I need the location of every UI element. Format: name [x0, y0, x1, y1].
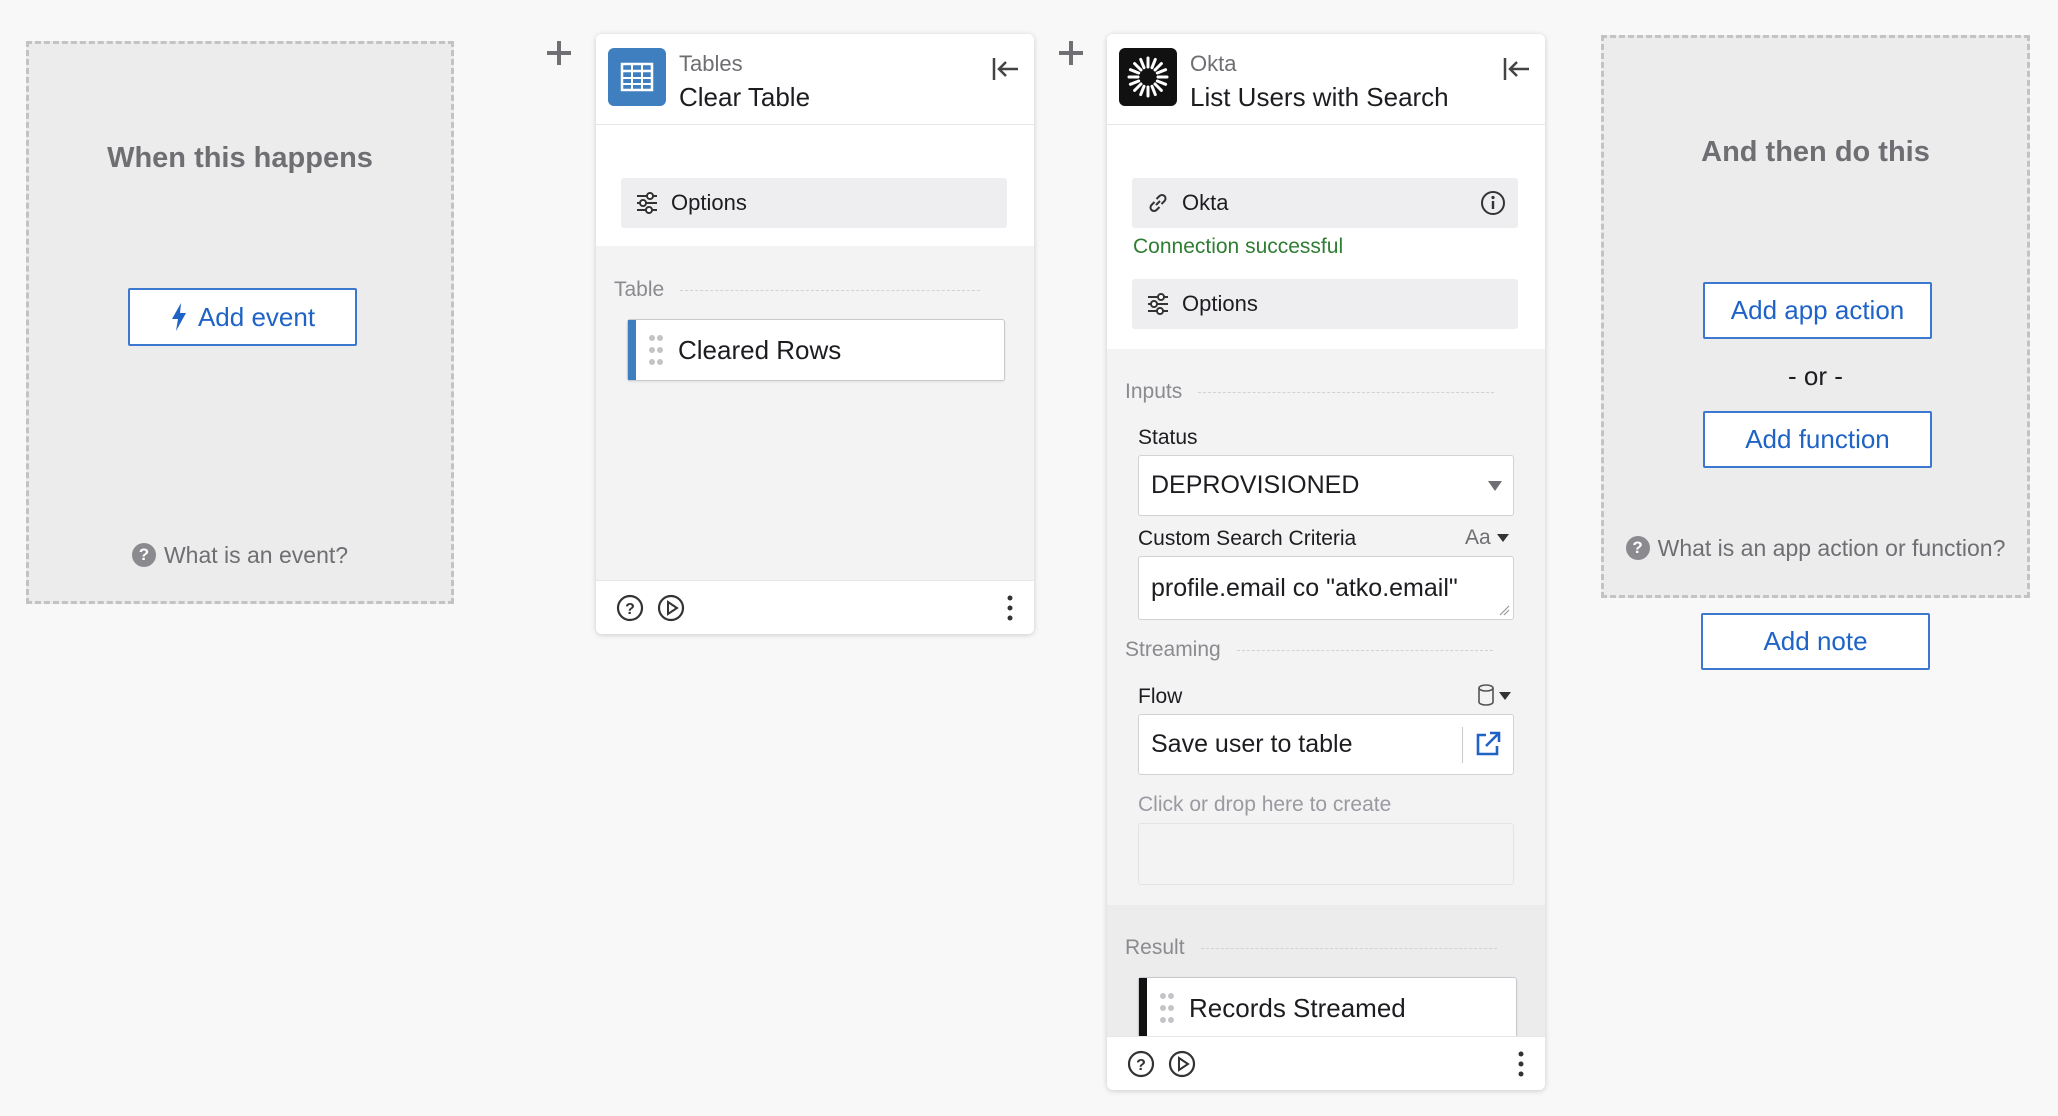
inputs-section-label-text: Inputs: [1125, 380, 1183, 403]
caret-down-icon: [1499, 692, 1512, 700]
status-select[interactable]: DEPROVISIONED: [1138, 455, 1514, 516]
flow-source-toggle[interactable]: [1477, 684, 1512, 711]
action-help-text: What is an app action or function?: [1657, 535, 2006, 561]
options-button[interactable]: Options: [621, 178, 1007, 228]
sliders-icon: [1148, 293, 1168, 315]
step-name: List Users with Search: [1190, 82, 1449, 112]
cleared-rows-token[interactable]: Cleared Rows: [627, 319, 1005, 381]
options-button[interactable]: Options: [1132, 279, 1518, 329]
collapse-icon[interactable]: [990, 54, 1020, 84]
insert-step-plus-icon[interactable]: [547, 41, 571, 65]
help-circle-icon[interactable]: ?: [615, 593, 645, 623]
inputs-section: Inputs Status DEPROVISIONED Custom Searc…: [1107, 349, 1545, 905]
bolt-icon: [171, 303, 186, 331]
criteria-textarea[interactable]: profile.email co "atko.email": [1138, 556, 1514, 620]
step-footer: ?: [596, 580, 1034, 634]
drag-handle-icon[interactable]: [1159, 991, 1175, 1025]
question-icon: ?: [131, 543, 156, 567]
add-function-label: Add function: [1745, 424, 1890, 454]
step-header[interactable]: Tables Clear Table: [596, 34, 1034, 125]
event-help-link[interactable]: ? What is an event?: [29, 542, 451, 569]
flow-label: Flow: [1138, 685, 1183, 708]
criteria-value: profile.email co "atko.email": [1151, 573, 1458, 602]
add-note-button[interactable]: Add note: [1701, 613, 1930, 670]
info-icon[interactable]: [1480, 190, 1506, 216]
records-streamed-token[interactable]: Records Streamed: [1138, 977, 1517, 1039]
okta-app-icon: [1119, 48, 1177, 106]
caret-down-icon: [1496, 534, 1509, 542]
more-options-icon[interactable]: [1006, 593, 1014, 623]
drag-handle-icon[interactable]: [648, 333, 664, 367]
records-streamed-label: Records Streamed: [1189, 992, 1406, 1023]
flow-value: Save user to table: [1151, 730, 1353, 758]
app-name: Okta: [1190, 51, 1237, 76]
question-icon: ?: [1625, 536, 1650, 560]
options-label: Options: [671, 190, 747, 215]
table-section-label: Table: [614, 278, 981, 302]
streaming-section-label: Streaming: [1125, 638, 1493, 662]
step-name: Clear Table: [679, 82, 811, 112]
streaming-section-label-text: Streaming: [1125, 638, 1221, 661]
dropdown-arrow-icon: [1488, 481, 1502, 491]
action-card: And then do this Add app action - or - A…: [1601, 35, 2030, 598]
criteria-label: Custom Search Criteria: [1138, 527, 1357, 550]
tables-app-icon: [608, 48, 666, 106]
trigger-card: When this happens Add event ? What is an …: [26, 41, 454, 604]
more-options-icon[interactable]: [1517, 1049, 1525, 1079]
step-card-list-users[interactable]: Okta List Users with Search Okta Connect…: [1107, 34, 1545, 1090]
play-circle-icon[interactable]: [656, 593, 686, 623]
svg-text:?: ?: [1136, 1057, 1146, 1074]
app-name: Tables: [679, 51, 743, 76]
connection-button[interactable]: Okta: [1132, 178, 1518, 228]
database-icon: [1478, 684, 1494, 706]
text-type-label: Aa: [1465, 526, 1491, 549]
resize-handle-icon[interactable]: [1498, 604, 1510, 616]
or-separator: - or -: [1788, 361, 1843, 391]
result-section: Result Records Streamed: [1107, 905, 1545, 1039]
step-footer: ?: [1107, 1036, 1545, 1090]
external-link-icon[interactable]: [1473, 729, 1503, 759]
add-event-label: Add event: [197, 301, 316, 332]
add-note-label: Add note: [1763, 626, 1868, 656]
trigger-title: When this happens: [107, 142, 373, 174]
link-icon: [1149, 193, 1167, 213]
svg-text:?: ?: [625, 601, 635, 618]
inputs-section-label: Inputs: [1125, 380, 1495, 404]
status-value: DEPROVISIONED: [1151, 471, 1360, 499]
result-section-label: Result: [1125, 936, 1497, 960]
drop-hint: Click or drop here to create: [1138, 793, 1392, 816]
step-card-clear-table[interactable]: Tables Clear Table Options Table Cleared…: [596, 34, 1034, 634]
action-title: And then do this: [1701, 136, 1930, 168]
table-section-label-text: Table: [614, 278, 665, 301]
step-header[interactable]: Okta List Users with Search: [1107, 34, 1545, 125]
insert-step-plus-icon[interactable]: [1059, 41, 1083, 65]
drop-zone[interactable]: [1138, 823, 1514, 885]
help-circle-icon[interactable]: ?: [1126, 1049, 1156, 1079]
cleared-rows-label: Cleared Rows: [678, 334, 842, 365]
collapse-icon[interactable]: [1501, 54, 1531, 84]
connection-name: Okta: [1182, 190, 1229, 215]
flow-field[interactable]: Save user to table: [1138, 714, 1514, 775]
result-section-label-text: Result: [1125, 936, 1185, 959]
add-event-button[interactable]: Add event: [128, 288, 357, 346]
connection-section: Okta Connection successful Options: [1107, 126, 1545, 349]
add-function-button[interactable]: Add function: [1703, 411, 1932, 468]
sliders-icon: [637, 192, 657, 214]
event-help-text: What is an event?: [163, 542, 349, 568]
text-type-toggle[interactable]: Aa: [1465, 526, 1509, 550]
options-section: Options: [596, 126, 1034, 246]
table-section: Table Cleared Rows: [596, 246, 1034, 580]
connection-status: Connection successful: [1133, 235, 1344, 258]
action-help-link[interactable]: ? What is an app action or function?: [1604, 535, 2027, 562]
add-app-action-button[interactable]: Add app action: [1703, 282, 1932, 339]
status-label: Status: [1138, 426, 1198, 449]
play-circle-icon[interactable]: [1167, 1049, 1197, 1079]
add-app-action-label: Add app action: [1730, 295, 1905, 325]
options-label: Options: [1182, 291, 1258, 316]
